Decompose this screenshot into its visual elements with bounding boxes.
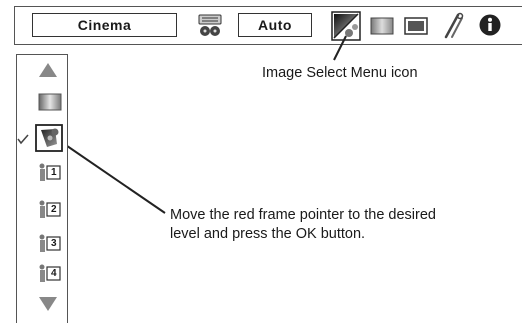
audio-video-icon[interactable] [196, 13, 224, 39]
image-mode-field[interactable]: Cinema [32, 13, 177, 37]
menu-icon-callout: Image Select Menu icon [262, 65, 418, 81]
pointer-instruction-line1: Move the red frame pointer to the desire… [170, 207, 436, 223]
gradient-level-icon[interactable] [38, 93, 62, 111]
image-1-icon[interactable]: 1 [38, 163, 62, 183]
image-mode-value: Cinema [77, 17, 132, 33]
information-icon[interactable] [478, 13, 502, 37]
image-select-icon[interactable] [331, 11, 361, 41]
screen-icon[interactable] [404, 16, 428, 36]
image-2-icon[interactable]: 2 [38, 200, 62, 220]
image-3-number: 3 [51, 238, 57, 249]
auto-value: Auto [258, 17, 292, 33]
image-4-number: 4 [51, 268, 57, 279]
scroll-down-arrow-icon[interactable] [38, 296, 58, 312]
callout-lines [0, 0, 522, 323]
image-1-number: 1 [51, 167, 57, 178]
image-adjust-icon[interactable] [370, 16, 394, 36]
image-3-icon[interactable]: 3 [38, 234, 62, 254]
image-4-icon[interactable]: 4 [38, 264, 62, 284]
auto-field[interactable]: Auto [238, 13, 312, 37]
image-2-number: 2 [51, 204, 57, 215]
setting-icon[interactable] [440, 12, 466, 40]
scroll-up-arrow-icon[interactable] [38, 62, 58, 78]
image-select-item-selected[interactable] [35, 124, 63, 152]
checkmark-icon [17, 133, 29, 145]
pointer-instruction: Move the red frame pointer to the desire… [170, 206, 436, 244]
pointer-instruction-line2: level and press the OK button. [170, 226, 366, 242]
